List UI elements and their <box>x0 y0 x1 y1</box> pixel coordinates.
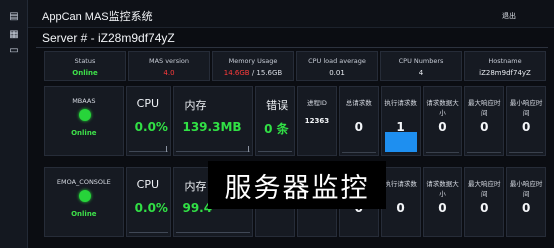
info-memory-usage: Memory Usage 14.6GB / 15.6GB <box>212 51 294 81</box>
info-label: Status <box>74 57 96 65</box>
caption-overlay: 服务器监控 <box>208 161 386 209</box>
max-time-value: 0 <box>480 120 489 134</box>
error-sparkline <box>258 151 292 153</box>
min-time-sparkline <box>509 152 544 153</box>
max-time-sparkline <box>467 152 502 153</box>
memory-sparkline <box>176 151 251 153</box>
info-status: Status Online <box>44 51 126 81</box>
error-value: 0 条 <box>264 122 289 136</box>
max-time-label: 最大响应时间 <box>468 99 501 117</box>
cpu-value: 0.0% <box>134 201 168 215</box>
divider <box>36 47 548 48</box>
size-value: 0 <box>438 120 447 134</box>
info-hostname: Hostname iZ28m9df74yZ <box>464 51 546 81</box>
info-value: Online <box>72 69 98 77</box>
size-label: 请求数据大小 <box>426 99 459 117</box>
info-value: 0.01 <box>329 69 345 77</box>
min-time-value: 0 <box>521 120 531 134</box>
info-value: 14.6GB / 15.6GB <box>213 69 293 77</box>
server-row-mbaas[interactable]: MBAAS Online CPU 0.0% 内存 139.3MB 错误 0 条 … <box>44 86 547 156</box>
memory-label: 内存 <box>184 99 207 112</box>
info-cpu-load: CPU load average 0.01 <box>296 51 378 81</box>
sparkline-marker <box>248 146 250 152</box>
info-value: 4.0 <box>163 69 175 77</box>
size-sparkline <box>425 152 460 153</box>
cpu-sparkline <box>128 232 169 234</box>
stat-max-time: 最大响应时间 0 <box>464 86 505 156</box>
size-value: 0 <box>438 201 447 215</box>
logout-link[interactable]: 退出 <box>502 11 516 21</box>
total-value: 0 <box>354 120 363 134</box>
server-status: Online <box>71 210 97 218</box>
min-time-label: 最小响应时间 <box>509 99 543 117</box>
stat-request-size: 请求数据大小 0 <box>422 86 463 156</box>
cpu-sparkline <box>128 151 169 153</box>
cpu-metric: CPU 0.0% <box>125 86 172 156</box>
memory-label: 内存 <box>184 180 207 193</box>
stat-pid: 进程ID 12363 <box>297 86 337 156</box>
page-title: Server # - iZ28m9df74yZ <box>42 31 175 45</box>
info-value: iZ28m9df74yZ <box>479 69 531 77</box>
server-name-box: EMOA_CONSOLE Online <box>44 167 124 237</box>
running-bar <box>384 132 417 152</box>
total-label: 总请求数 <box>345 99 372 107</box>
server-name-box: MBAAS Online <box>44 86 124 156</box>
max-time-label: 最大响应时间 <box>468 180 501 198</box>
document-icon[interactable]: ▭ <box>8 46 20 56</box>
status-dot <box>79 190 91 202</box>
stat-min-time: 最小响应时间 0 <box>506 167 547 237</box>
info-label: MAS version <box>148 57 190 65</box>
memory-sparkline <box>176 232 251 234</box>
memory-used: 14.6GB <box>223 69 250 77</box>
cpu-value: 0.0% <box>134 120 168 134</box>
running-label: 执行请求数 <box>384 99 417 107</box>
sparkline-marker <box>166 146 168 152</box>
memory-value: 139.3MB <box>182 120 242 134</box>
pid-value: 12363 <box>304 117 330 125</box>
monitor-icon[interactable]: ▦ <box>8 30 20 40</box>
info-value: 4 <box>418 69 424 77</box>
server-status: Online <box>71 129 97 137</box>
left-nav: ▤ ▦ ▭ <box>0 0 28 248</box>
app-title: AppCan MAS监控系统 <box>42 11 153 23</box>
info-label: CPU load average <box>308 57 366 65</box>
cpu-label: CPU <box>136 178 160 191</box>
stat-running-requests: 执行请求数 1 <box>380 86 421 156</box>
server-info-row: Status Online MAS version 4.0 Memory Usa… <box>44 51 546 81</box>
cpu-metric: CPU 0.0% <box>125 167 172 237</box>
stat-total-requests: 总请求数 0 <box>338 86 379 156</box>
running-value: 0 <box>396 201 405 215</box>
status-dot <box>79 109 91 121</box>
error-label: 错误 <box>266 99 289 112</box>
info-cpu-numbers: CPU Numbers 4 <box>380 51 462 81</box>
stat-running-requests: 执行请求数 0 <box>380 167 421 237</box>
server-name: EMOA_CONSOLE <box>56 178 111 186</box>
server-name: MBAAS <box>72 97 96 105</box>
stat-request-size: 请求数据大小 0 <box>422 167 463 237</box>
stat-min-time: 最小响应时间 0 <box>506 86 547 156</box>
running-label: 执行请求数 <box>384 180 417 188</box>
info-label: CPU Numbers <box>398 57 444 65</box>
pid-label: 进程ID <box>306 99 327 107</box>
min-time-value: 0 <box>521 201 531 215</box>
info-label: Hostname <box>488 57 522 65</box>
total-sparkline <box>341 152 376 153</box>
size-label: 请求数据大小 <box>426 180 459 198</box>
info-label: Memory Usage <box>228 57 278 65</box>
cpu-label: CPU <box>136 97 160 110</box>
stat-max-time: 最大响应时间 0 <box>464 167 505 237</box>
max-time-value: 0 <box>480 201 489 215</box>
error-metric: 错误 0 条 <box>255 86 295 156</box>
memory-metric: 内存 139.3MB <box>173 86 254 156</box>
memory-total: / 15.6GB <box>249 69 283 77</box>
info-mas-version: MAS version 4.0 <box>128 51 210 81</box>
top-bar: AppCan MAS监控系统 退出 <box>28 0 554 28</box>
server-icon[interactable]: ▤ <box>8 12 20 22</box>
min-time-label: 最小响应时间 <box>509 180 543 198</box>
